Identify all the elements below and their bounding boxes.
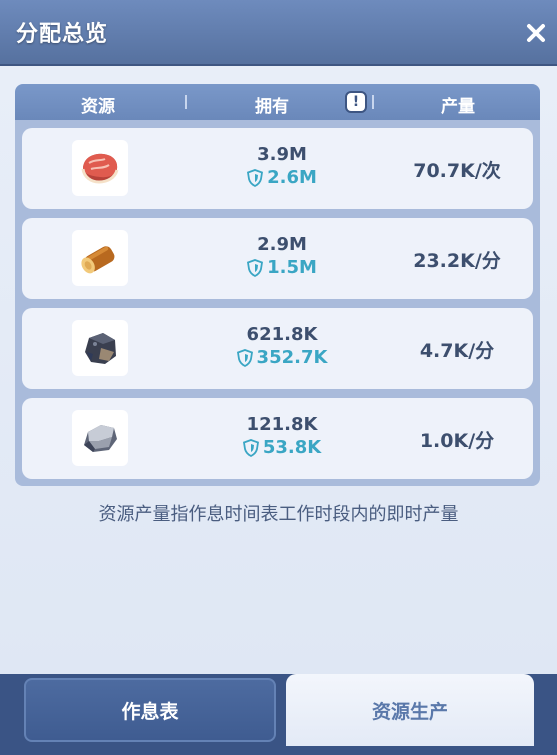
overview-panel: 资源 拥有 ! 产量 3.9M 2.6M 70.7K/次 2.9M 1.5M 2… <box>0 66 557 674</box>
owned-amount: 121.8K <box>246 414 318 435</box>
table-row: 621.8K 352.7K 4.7K/分 <box>22 308 533 389</box>
table-row: 121.8K 53.8K 1.0K/分 <box>22 398 533 479</box>
close-icon <box>527 24 545 42</box>
shield-icon <box>247 168 264 187</box>
output-rate: 70.7K/次 <box>413 160 501 182</box>
protected-amount: 53.8K <box>262 437 322 458</box>
owned-amount: 621.8K <box>246 324 318 345</box>
coal-ore-icon <box>72 320 128 376</box>
table-row: 2.9M 1.5M 23.2K/分 <box>22 218 533 299</box>
column-divider <box>372 95 374 109</box>
protected-amount: 352.7K <box>256 347 328 368</box>
tab-resource-production[interactable]: 资源生产 <box>286 674 534 746</box>
close-button[interactable] <box>521 18 551 48</box>
column-divider <box>185 95 187 109</box>
protected-amount: 2.6M <box>267 167 317 188</box>
footnote: 资源产量指作息时间表工作时段内的即时产量 <box>98 504 459 525</box>
dialog-title: 分配总览 <box>16 22 109 47</box>
owned-cell: 3.9M 2.6M <box>202 144 362 188</box>
resource-table: 3.9M 2.6M 70.7K/次 2.9M 1.5M 23.2K/分 621.… <box>15 120 540 486</box>
protected-amount: 1.5M <box>267 257 317 278</box>
column-header-owned: 拥有 <box>255 97 289 117</box>
owned-cell: 2.9M 1.5M <box>202 234 362 278</box>
output-rate: 23.2K/分 <box>413 250 501 272</box>
owned-cell: 621.8K 352.7K <box>202 324 362 368</box>
wood-log-icon <box>72 230 128 286</box>
dialog-header: 分配总览 <box>0 0 557 66</box>
bottom-tab-bar: 作息表 资源生产 <box>0 674 557 755</box>
owned-amount: 2.9M <box>257 234 307 255</box>
info-icon[interactable]: ! <box>345 91 367 113</box>
tab-schedule[interactable]: 作息表 <box>24 678 276 742</box>
output-rate: 1.0K/分 <box>419 430 495 452</box>
column-header-output: 产量 <box>441 97 475 117</box>
owned-cell: 121.8K 53.8K <box>202 414 362 458</box>
shield-icon <box>247 258 264 277</box>
meat-icon <box>72 140 128 196</box>
protected-amount-group: 53.8K <box>202 437 362 458</box>
owned-amount: 3.9M <box>257 144 307 165</box>
output-rate: 4.7K/分 <box>419 340 495 362</box>
shield-icon <box>236 348 253 367</box>
table-row: 3.9M 2.6M 70.7K/次 <box>22 128 533 209</box>
stone-icon <box>72 410 128 466</box>
protected-amount-group: 2.6M <box>202 167 362 188</box>
shield-icon <box>242 438 259 457</box>
table-header: 资源 拥有 ! 产量 <box>15 84 540 120</box>
protected-amount-group: 352.7K <box>202 347 362 368</box>
column-header-resource: 资源 <box>81 97 115 117</box>
protected-amount-group: 1.5M <box>202 257 362 278</box>
